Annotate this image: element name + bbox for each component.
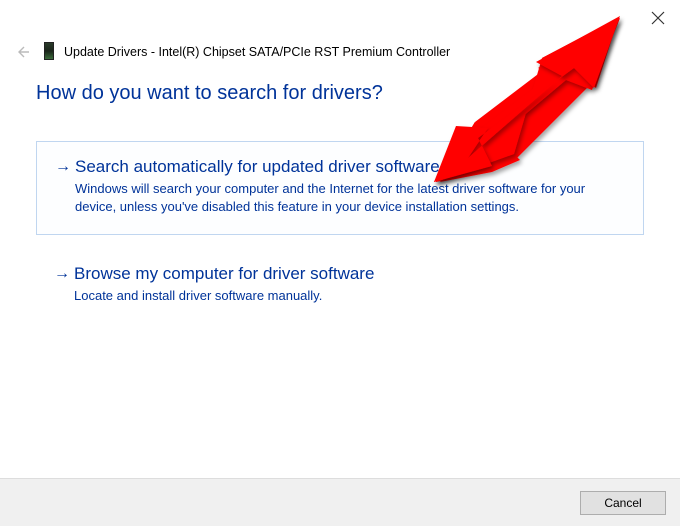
right-arrow-icon: → <box>54 265 74 305</box>
option-browse-computer[interactable]: → Browse my computer for driver software… <box>36 249 644 323</box>
cancel-button[interactable]: Cancel <box>580 491 666 515</box>
right-arrow-icon: → <box>55 158 75 216</box>
page-heading: How do you want to search for drivers? <box>36 82 644 105</box>
option-desc: Windows will search your computer and th… <box>75 180 625 216</box>
option-title: Browse my computer for driver software <box>74 263 626 285</box>
footer-bar: Cancel <box>0 478 680 526</box>
option-desc: Locate and install driver software manua… <box>74 287 626 305</box>
chipset-icon <box>42 42 56 62</box>
window-title: Update Drivers - Intel(R) Chipset SATA/P… <box>64 42 450 62</box>
close-icon[interactable] <box>648 8 668 28</box>
back-arrow-icon[interactable] <box>12 42 32 62</box>
option-title: Search automatically for updated driver … <box>75 156 625 178</box>
option-search-automatically[interactable]: → Search automatically for updated drive… <box>36 141 644 235</box>
option-body: Browse my computer for driver software L… <box>74 263 626 305</box>
header-row: Update Drivers - Intel(R) Chipset SATA/P… <box>12 40 668 64</box>
option-body: Search automatically for updated driver … <box>75 156 625 216</box>
content-area: How do you want to search for drivers? →… <box>36 82 644 337</box>
